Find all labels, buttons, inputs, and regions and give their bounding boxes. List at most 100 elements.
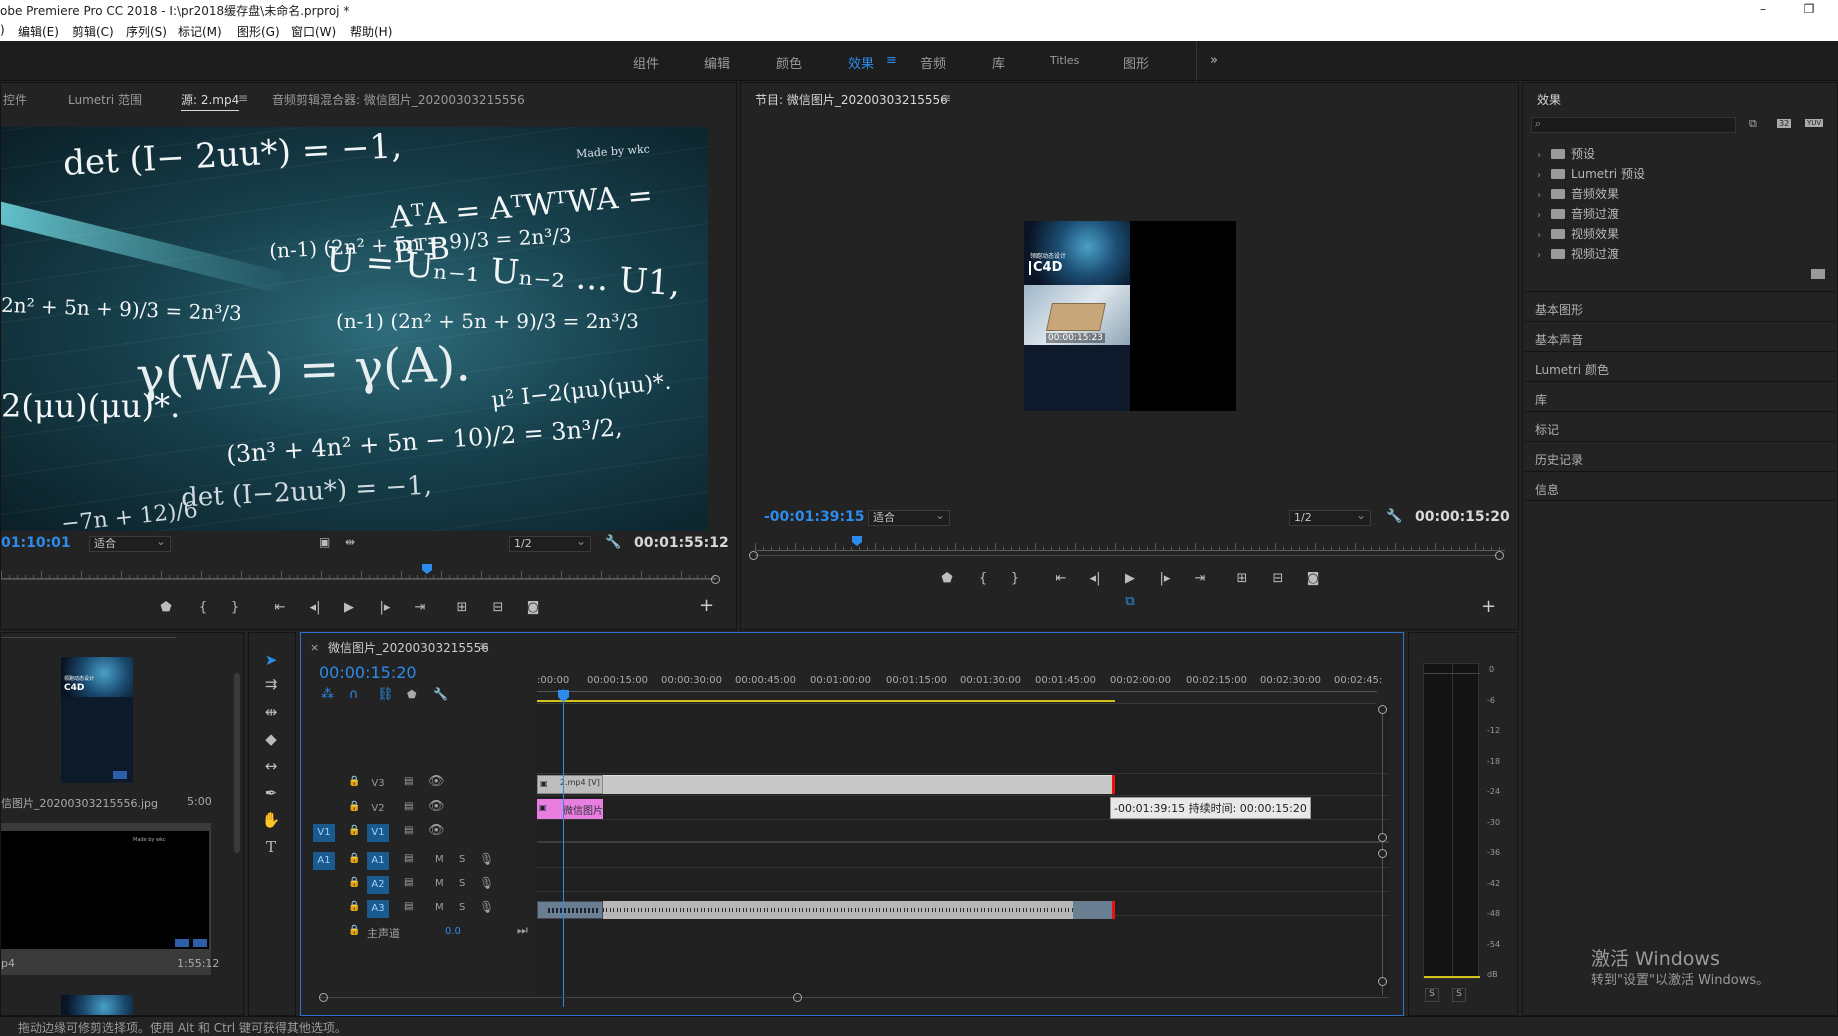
selection-tool-icon[interactable]: ➤: [259, 651, 283, 673]
program-mark-in-icon[interactable]: {: [972, 570, 994, 588]
program-zoom-handle-right[interactable]: [1495, 551, 1504, 560]
section-essential-graphics[interactable]: 基本图形: [1525, 291, 1835, 320]
program-lift-icon[interactable]: ⊞: [1231, 570, 1253, 588]
project-thumb-3[interactable]: [61, 995, 133, 1015]
source-tab-menu-icon[interactable]: ≡: [238, 91, 248, 105]
source-add-marker-icon[interactable]: ⬟: [155, 599, 177, 617]
eye-icon[interactable]: 👁: [428, 774, 445, 789]
scroll-handle[interactable]: [1378, 849, 1387, 858]
lock-icon[interactable]: 🔒: [348, 901, 360, 912]
program-add-button-icon[interactable]: +: [1481, 596, 1496, 617]
eye-icon[interactable]: 👁: [428, 823, 445, 838]
source-settings-wrench-icon[interactable]: 🔧: [605, 535, 621, 550]
tab-audio-clip-mixer[interactable]: 音频剪辑混合器: 微信图片_20200303215556: [272, 91, 525, 108]
effects-tree-presets[interactable]: › 预设: [1537, 145, 1595, 162]
program-time-ruler[interactable]: [755, 537, 1505, 551]
lock-icon[interactable]: 🔒: [348, 925, 360, 936]
master-volume-value[interactable]: 0.0: [445, 926, 461, 937]
linked-selection-icon[interactable]: ⛓: [377, 687, 394, 702]
lock-icon[interactable]: 🔒: [348, 877, 360, 888]
timeline-title[interactable]: 微信图片_20200303215556: [328, 639, 489, 656]
eye-icon[interactable]: 👁: [428, 799, 445, 814]
clip-v3-out-edge[interactable]: [1112, 775, 1115, 794]
mic-icon[interactable]: 🎙: [479, 876, 494, 890]
scroll-handle[interactable]: [1378, 977, 1387, 986]
program-add-marker-icon[interactable]: ⬟: [936, 570, 958, 588]
effects-tree-audio-effects[interactable]: › 音频效果: [1537, 185, 1619, 202]
razor-tool-icon[interactable]: ◆: [259, 730, 283, 752]
effects-tree-video-transitions[interactable]: › 视频过渡: [1537, 245, 1619, 262]
program-timecode-left[interactable]: -00:01:39:15: [764, 509, 865, 525]
track-select-tool-icon[interactable]: ⇉: [259, 675, 283, 697]
zoom-handle-left[interactable]: [319, 993, 328, 1002]
source-insert-icon[interactable]: ⊞: [451, 599, 473, 617]
section-essential-sound[interactable]: 基本声音: [1525, 321, 1835, 350]
nest-sequence-icon[interactable]: ⁂: [321, 687, 334, 702]
sync-lock-icon[interactable]: ▤: [404, 801, 413, 812]
clip-a3-out-edge[interactable]: [1112, 901, 1115, 919]
new-bin-icon[interactable]: [1811, 269, 1825, 279]
section-markers[interactable]: 标记: [1525, 411, 1835, 440]
lock-icon[interactable]: 🔒: [348, 801, 360, 812]
program-go-to-out-icon[interactable]: ⇥: [1189, 570, 1211, 588]
workspace-effects[interactable]: 效果: [848, 53, 874, 72]
source-video-frame[interactable]: det (I− 2uu*) = −1, AᵀA = AᵀWᵀWA = BᵀB (…: [1, 127, 708, 531]
workspace-menu-icon[interactable]: ≡: [886, 53, 897, 68]
timeline-settings-wrench-icon[interactable]: 🔧: [433, 687, 448, 701]
lock-icon[interactable]: 🔒: [348, 825, 360, 836]
menu-edit[interactable]: 编辑(E): [18, 23, 59, 40]
menu-help[interactable]: 帮助(H): [350, 23, 392, 40]
effects-search-input[interactable]: ⌕: [1531, 117, 1736, 133]
clip-v2-image[interactable]: ▣ 微信图片: [537, 799, 603, 819]
menu-window[interactable]: 窗口(W): [291, 23, 336, 40]
solo-button-a3[interactable]: S: [459, 902, 465, 913]
tab-source[interactable]: 源: 2.mp4: [181, 91, 240, 111]
scroll-handle[interactable]: [1378, 833, 1387, 842]
timeline-playhead-line[interactable]: [563, 689, 564, 1007]
workspace-color[interactable]: 颜色: [776, 53, 802, 72]
program-settings-wrench-icon[interactable]: 🔧: [1386, 509, 1402, 524]
insert-overlay-icon[interactable]: ⇹: [345, 535, 355, 549]
meter-solo-left[interactable]: S: [1425, 988, 1439, 1002]
source-resolution-dropdown[interactable]: 1/2: [509, 534, 591, 552]
lock-icon[interactable]: 🔒: [348, 853, 360, 864]
mute-button-a1[interactable]: M: [435, 854, 444, 865]
hand-tool-icon[interactable]: ✋: [259, 811, 283, 833]
master-go-to-end-icon[interactable]: ⏭: [517, 923, 528, 938]
effects-tree-lumetri-presets[interactable]: › Lumetri 预设: [1537, 165, 1645, 182]
source-step-forward-icon[interactable]: |▸: [374, 599, 396, 617]
source-patch-a1[interactable]: A1: [313, 852, 335, 870]
ripple-edit-tool-icon[interactable]: ⇹: [259, 703, 283, 725]
minimize-button[interactable]: –: [1740, 0, 1786, 20]
program-zoom-bar[interactable]: [755, 555, 1497, 556]
source-fit-dropdown[interactable]: 适合: [89, 534, 171, 552]
yuv-effects-icon[interactable]: YUV: [1805, 119, 1824, 127]
program-fit-dropdown[interactable]: 适合: [868, 508, 950, 526]
menu-file[interactable]: ): [0, 23, 5, 37]
project-thumb-image[interactable]: 领跑动态设计 C4D: [61, 657, 133, 783]
mic-icon[interactable]: 🎙: [479, 852, 494, 866]
snap-magnet-icon[interactable]: ∩: [349, 687, 359, 702]
program-play-icon[interactable]: ▶: [1119, 570, 1141, 588]
type-tool-icon[interactable]: T: [259, 838, 283, 860]
meter-solo-right[interactable]: S: [1452, 988, 1466, 1002]
track-label-v3[interactable]: V3: [367, 775, 389, 793]
workspace-graphics[interactable]: 图形: [1123, 53, 1149, 72]
mic-icon[interactable]: 🎙: [479, 900, 494, 914]
mute-button-a2[interactable]: M: [435, 878, 444, 889]
program-tab-menu-icon[interactable]: ≡: [941, 91, 951, 105]
source-play-icon[interactable]: ▶: [338, 599, 360, 617]
track-label-a2[interactable]: A2: [367, 876, 389, 894]
clip-a3-body[interactable]: [603, 901, 1113, 919]
program-compare-view-icon[interactable]: ⧉: [1119, 593, 1141, 611]
32bit-effects-icon[interactable]: 32: [1777, 119, 1792, 128]
program-resolution-dropdown[interactable]: 1/2: [1289, 508, 1371, 526]
tab-lumetri-scopes[interactable]: Lumetri 范围: [68, 91, 142, 108]
accelerated-effects-icon[interactable]: ⧉: [1749, 117, 1757, 131]
safe-margins-icon[interactable]: ▣: [319, 535, 330, 549]
effects-tree-audio-transitions[interactable]: › 音频过渡: [1537, 205, 1619, 222]
section-lumetri-color[interactable]: Lumetri 颜色: [1525, 351, 1835, 380]
source-timecode-left[interactable]: 01:10:01: [1, 535, 71, 551]
track-label-v1[interactable]: V1: [367, 824, 389, 842]
clip-v3-body[interactable]: [603, 775, 1113, 794]
